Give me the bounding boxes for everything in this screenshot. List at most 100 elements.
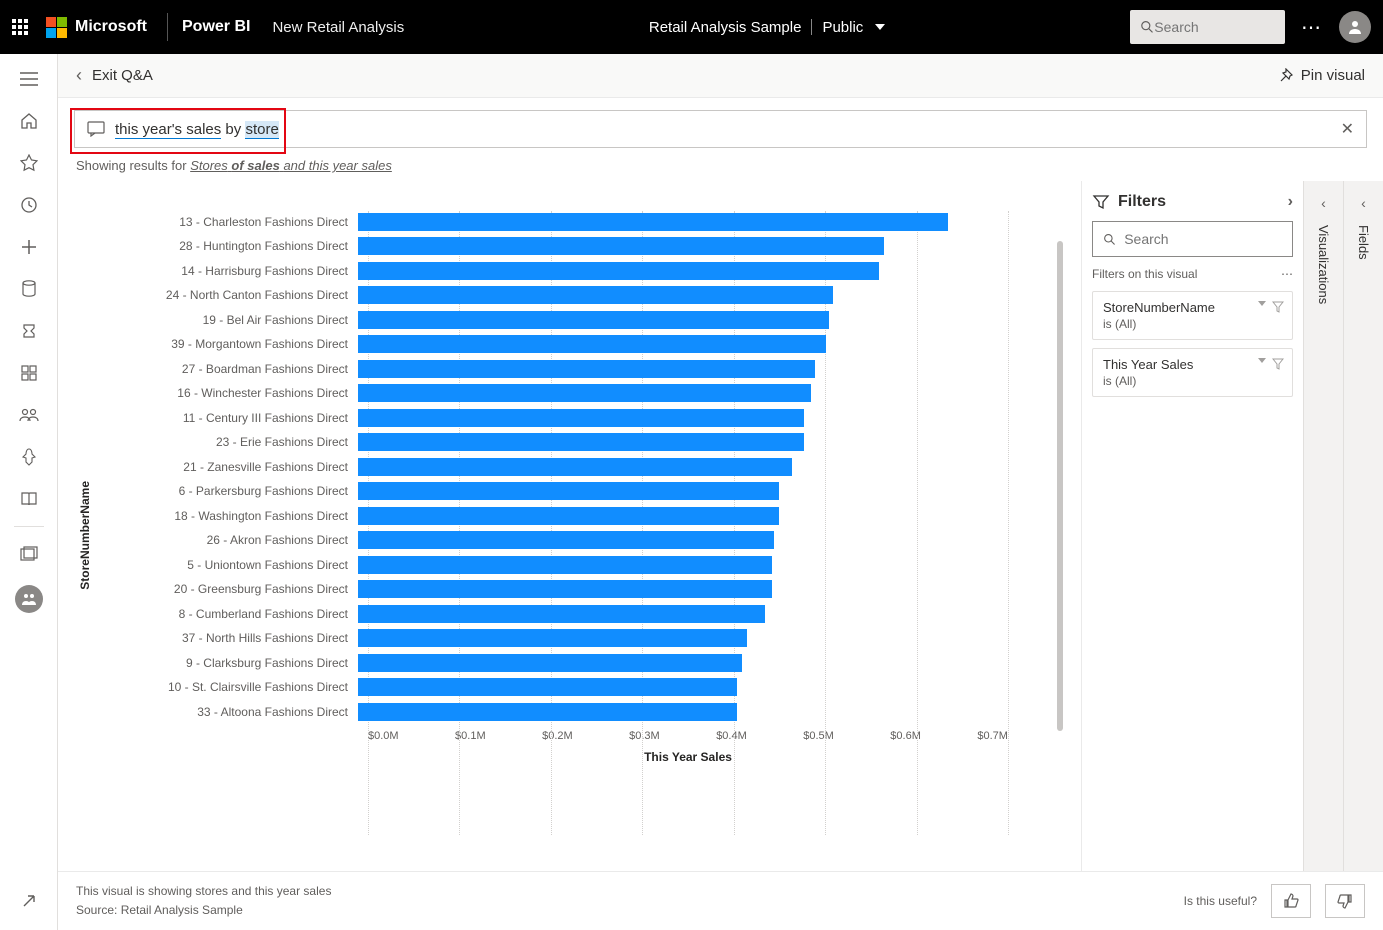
bar-fill [358, 507, 779, 525]
bar-fill [358, 458, 792, 476]
chevron-down-icon [1258, 358, 1266, 363]
bar-row[interactable]: 20 - Greensburg Fashions Direct [98, 579, 1061, 600]
chat-icon [87, 121, 105, 137]
clear-filter-icon[interactable] [1272, 358, 1284, 370]
user-avatar[interactable] [1339, 11, 1371, 43]
bar-label: 13 - Charleston Fashions Direct [98, 215, 358, 229]
expand-icon[interactable] [18, 890, 40, 912]
chevron-left-icon: ‹ [1321, 195, 1326, 211]
hamburger-icon[interactable] [18, 68, 40, 90]
page-toolbar: ‹ Exit Q&A Pin visual [58, 54, 1383, 98]
bar-row[interactable]: 11 - Century III Fashions Direct [98, 407, 1061, 428]
home-icon[interactable] [18, 110, 40, 132]
global-search-input[interactable] [1154, 19, 1275, 35]
bar-label: 14 - Harrisburg Fashions Direct [98, 264, 358, 278]
clear-icon[interactable]: ✕ [1341, 119, 1354, 139]
microsoft-logo: Microsoft [46, 17, 147, 38]
bar-row[interactable]: 24 - North Canton Fashions Direct [98, 285, 1061, 306]
apps-icon[interactable] [18, 362, 40, 384]
bar-label: 19 - Bel Air Fashions Direct [98, 313, 358, 327]
filter-icon [1092, 193, 1110, 211]
chevron-down-icon [875, 24, 885, 30]
bar-label: 28 - Huntington Fashions Direct [98, 239, 358, 253]
clear-filter-icon[interactable] [1272, 301, 1284, 313]
bar-row[interactable]: 16 - Winchester Fashions Direct [98, 383, 1061, 404]
fields-label: Fields [1356, 225, 1371, 260]
filter-card[interactable]: This Year Sales is (All) [1092, 348, 1293, 397]
data-icon[interactable] [18, 278, 40, 300]
bar-fill [358, 409, 804, 427]
bar-fill [358, 384, 811, 402]
visualizations-tab[interactable]: ‹ Visualizations [1303, 181, 1343, 871]
create-icon[interactable] [18, 236, 40, 258]
bar-row[interactable]: 23 - Erie Fashions Direct [98, 432, 1061, 453]
recent-icon[interactable] [18, 194, 40, 216]
learn-icon[interactable] [18, 488, 40, 510]
bar-row[interactable]: 5 - Uniontown Fashions Direct [98, 554, 1061, 575]
bar-row[interactable]: 19 - Bel Air Fashions Direct [98, 309, 1061, 330]
workspace-avatar-icon[interactable] [15, 585, 43, 613]
bar-row[interactable]: 26 - Akron Fashions Direct [98, 530, 1061, 551]
bar-label: 21 - Zanesville Fashions Direct [98, 460, 358, 474]
bar-row[interactable]: 33 - Altoona Fashions Direct [98, 701, 1061, 722]
bar-row[interactable]: 10 - St. Clairsville Fashions Direct [98, 677, 1061, 698]
global-search[interactable] [1130, 10, 1285, 44]
thumbs-up-button[interactable] [1271, 884, 1311, 918]
bar-row[interactable]: 6 - Parkersburg Fashions Direct [98, 481, 1061, 502]
qna-input[interactable]: this year's sales by store ✕ [74, 110, 1367, 148]
favorite-icon[interactable] [18, 152, 40, 174]
bar-label: 16 - Winchester Fashions Direct [98, 386, 358, 400]
app-launcher-icon[interactable] [12, 19, 28, 35]
bar-row[interactable]: 9 - Clarksburg Fashions Direct [98, 652, 1061, 673]
bar-row[interactable]: 37 - North Hills Fashions Direct [98, 628, 1061, 649]
expand-chevron-icon[interactable]: › [1288, 193, 1293, 211]
fields-tab[interactable]: ‹ Fields [1343, 181, 1383, 871]
bar-row[interactable]: 8 - Cumberland Fashions Direct [98, 603, 1061, 624]
bar-fill [358, 311, 829, 329]
divider [167, 13, 168, 41]
workspaces-icon[interactable] [18, 543, 40, 565]
bar-row[interactable]: 21 - Zanesville Fashions Direct [98, 456, 1061, 477]
bar-row[interactable]: 39 - Morgantown Fashions Direct [98, 334, 1061, 355]
report-name[interactable]: New Retail Analysis [272, 19, 404, 36]
bar-row[interactable]: 27 - Boardman Fashions Direct [98, 358, 1061, 379]
x-tick: $0.4M [716, 730, 747, 742]
x-axis-label: This Year Sales [368, 750, 1008, 764]
x-tick: $0.0M [368, 730, 399, 742]
pin-visual-label: Pin visual [1301, 67, 1365, 84]
bar-label: 11 - Century III Fashions Direct [98, 411, 358, 425]
bar-fill [358, 580, 772, 598]
qna-text: this year's sales by store [115, 121, 279, 138]
more-menu-icon[interactable]: ⋯ [1301, 15, 1323, 40]
bar-fill [358, 237, 884, 255]
pin-visual-button[interactable]: Pin visual [1277, 67, 1365, 84]
thumbs-down-button[interactable] [1325, 884, 1365, 918]
breadcrumb[interactable]: Retail Analysis Sample Public [649, 19, 885, 36]
bar-label: 9 - Clarksburg Fashions Direct [98, 656, 358, 670]
filter-card[interactable]: StoreNumberName is (All) [1092, 291, 1293, 340]
workspace-name: Retail Analysis Sample [649, 19, 802, 36]
more-icon[interactable]: ⋯ [1281, 267, 1293, 281]
shared-icon[interactable] [18, 404, 40, 426]
scrollbar-thumb[interactable] [1057, 241, 1063, 731]
exit-qna-button[interactable]: Exit Q&A [92, 67, 153, 84]
bar-fill [358, 654, 742, 672]
bar-label: 18 - Washington Fashions Direct [98, 509, 358, 523]
bar-row[interactable]: 14 - Harrisburg Fashions Direct [98, 260, 1061, 281]
bar-row[interactable]: 28 - Huntington Fashions Direct [98, 236, 1061, 257]
filter-search[interactable] [1092, 221, 1293, 257]
bar-label: 10 - St. Clairsville Fashions Direct [98, 680, 358, 694]
product-name[interactable]: Power BI [182, 18, 250, 36]
bar-fill [358, 531, 774, 549]
bar-row[interactable]: 13 - Charleston Fashions Direct [98, 211, 1061, 232]
bar-fill [358, 678, 737, 696]
bar-fill [358, 605, 765, 623]
chart-visual[interactable]: StoreNumberName 13 - Charleston Fashions… [58, 181, 1081, 871]
filter-search-input[interactable] [1124, 231, 1282, 247]
deployment-icon[interactable] [18, 446, 40, 468]
goals-icon[interactable] [18, 320, 40, 342]
bar-fill [358, 482, 779, 500]
back-chevron-icon[interactable]: ‹ [76, 65, 82, 86]
pin-icon [1277, 68, 1293, 84]
bar-row[interactable]: 18 - Washington Fashions Direct [98, 505, 1061, 526]
